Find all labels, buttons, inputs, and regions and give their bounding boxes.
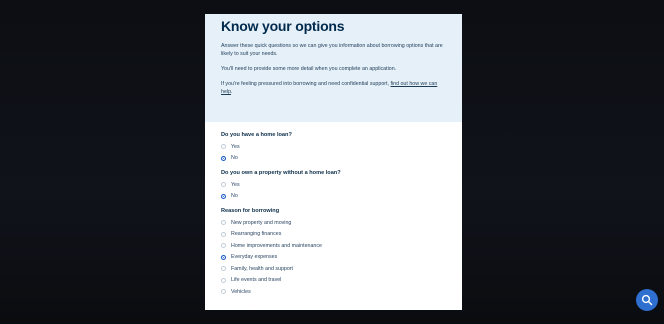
question-property: Do you own a property without a home loa… [221,170,341,176]
radio-button[interactable] [221,243,226,249]
search-icon [641,294,653,306]
question-reason: Reason for borrowing [221,208,280,214]
property-option-yes[interactable]: Yes [221,179,446,191]
reason-option[interactable]: Life events and travel [221,275,446,287]
question-home-loan: Do you have a home loan? [221,132,292,138]
radio-button[interactable] [221,277,226,283]
search-button[interactable] [636,289,658,311]
page-title: Know your options [221,18,345,34]
radio-button[interactable] [221,220,226,226]
radio-button-selected[interactable] [221,155,226,161]
panel-header: Know your options Answer these quick que… [205,14,462,122]
options-panel: Know your options Answer these quick que… [205,14,462,310]
detail-paragraph: You'll need to provide some more detail … [221,66,397,72]
option-label: New property and moving [231,219,292,226]
radio-button[interactable] [221,231,226,237]
intro-paragraph: Answer these quick questions so we can g… [221,43,443,57]
option-label: Life events and travel [231,277,282,284]
support-paragraph: If you're feeling pressured into borrowi… [221,80,446,96]
option-label: Everyday expenses [231,254,278,261]
reason-option[interactable]: Family, health and support [221,263,446,275]
home-loan-option-no[interactable]: No [221,153,446,165]
reason-option[interactable]: Rearranging finances [221,229,446,241]
radio-button-selected[interactable] [221,193,226,199]
reason-option[interactable]: Home improvements and maintenance [221,240,446,252]
option-label: No [231,193,238,200]
support-text: If you're feeling pressured into borrowi… [221,81,389,87]
radio-button[interactable] [221,182,226,188]
support-suffix: . [231,89,233,95]
option-label: Rearranging finances [231,231,282,238]
property-option-no[interactable]: No [221,191,446,203]
reason-option[interactable]: New property and moving [221,217,446,229]
option-label: Home improvements and maintenance [231,242,322,249]
radio-button[interactable] [221,266,226,272]
borrowing-form: Do you have a home loan? Yes No Do you o… [205,122,462,298]
radio-button[interactable] [221,144,226,150]
option-label: Yes [231,181,240,188]
radio-button[interactable] [221,289,226,295]
option-label: Vehicles [231,288,251,295]
option-label: Family, health and support [231,265,294,272]
radio-button-selected[interactable] [221,254,226,260]
reason-option[interactable]: Vehicles [221,286,446,298]
reason-option-selected[interactable]: Everyday expenses [221,252,446,264]
option-label: No [231,155,238,162]
option-label: Yes [231,143,240,150]
home-loan-option-yes[interactable]: Yes [221,141,446,153]
